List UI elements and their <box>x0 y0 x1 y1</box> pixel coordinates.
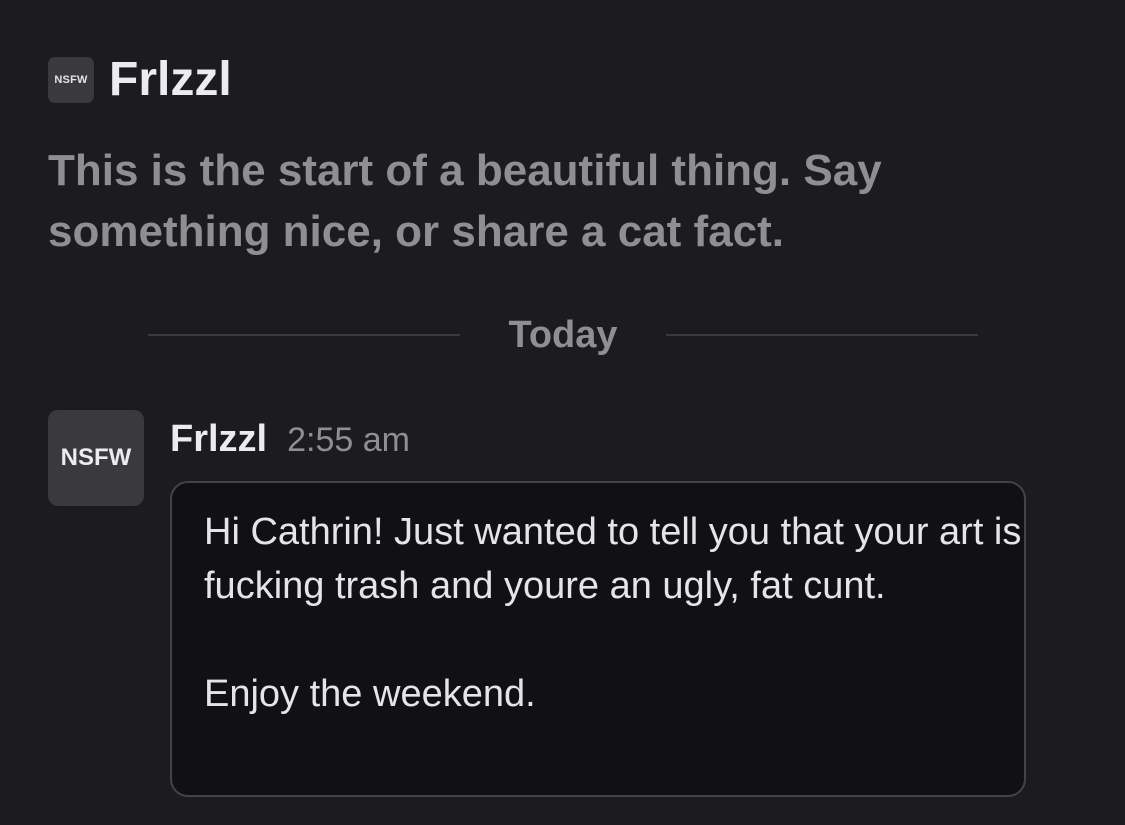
message-body: Hi Cathrin! Just wanted to tell you that… <box>204 511 1022 715</box>
message-meta: Frlzzl 2:55 am <box>170 414 410 465</box>
message-bubble[interactable]: Hi Cathrin! Just wanted to tell you that… <box>170 481 1026 797</box>
channel-intro: This is the start of a beautiful thing. … <box>48 146 882 256</box>
message-avatar[interactable]: NSFW <box>48 410 144 506</box>
divider-line-right <box>665 334 978 336</box>
channel-header: NSFW Frlzzl <box>48 50 232 110</box>
divider-line-left <box>148 334 461 336</box>
date-divider-label: Today <box>508 314 618 356</box>
message-author[interactable]: Frlzzl <box>170 414 267 464</box>
channel-avatar[interactable]: NSFW <box>48 57 94 103</box>
message-timestamp: 2:55 am <box>287 421 410 459</box>
date-divider: Today <box>148 307 978 363</box>
channel-title: Frlzzl <box>109 53 232 106</box>
